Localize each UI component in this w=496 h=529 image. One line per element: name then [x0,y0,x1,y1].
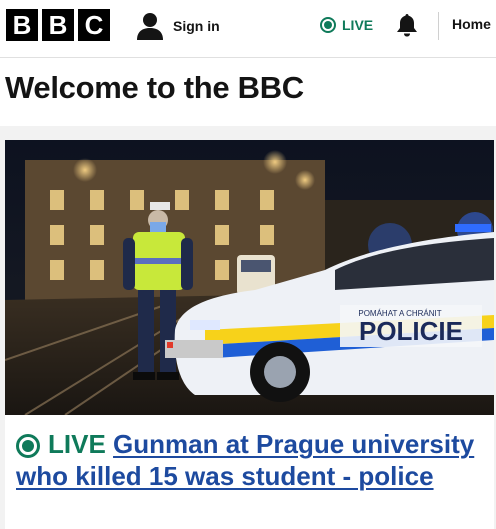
story-image[interactable]: POLICIE POMÁHAT A CHRÁNIT [5,140,494,415]
logo-letter-c: C [78,9,110,41]
logo-letter-b1: B [6,9,38,41]
live-nav-link[interactable]: LIVE [320,15,373,35]
user-icon [137,13,163,40]
sign-in-button[interactable]: Sign in [137,10,220,42]
header-divider [438,12,439,40]
page-title: Welcome to the BBC [5,70,304,105]
site-header: B B C Sign in LIVE Home [0,0,496,58]
live-icon [320,17,336,33]
car-motto-text: POMÁHAT A CHRÁNIT [358,309,441,318]
story-headline: LIVE Gunman at Prague university who kil… [16,428,476,492]
live-badge-icon [16,433,40,458]
bbc-logo[interactable]: B B C [6,9,110,41]
live-nav-label: LIVE [342,17,374,33]
top-story-card[interactable]: POLICIE POMÁHAT A CHRÁNIT LIVE Gunman at… [5,140,494,529]
home-link[interactable]: Home [452,16,491,32]
notifications-bell-button[interactable] [396,13,418,42]
sign-in-label: Sign in [173,18,220,34]
live-badge: LIVE [16,428,106,460]
live-badge-label: LIVE [48,429,106,459]
story-photo-illustration: POLICIE POMÁHAT A CHRÁNIT [5,140,494,415]
logo-letter-b2: B [42,9,74,41]
bell-icon [397,14,417,37]
car-police-text: POLICIE [359,316,463,346]
